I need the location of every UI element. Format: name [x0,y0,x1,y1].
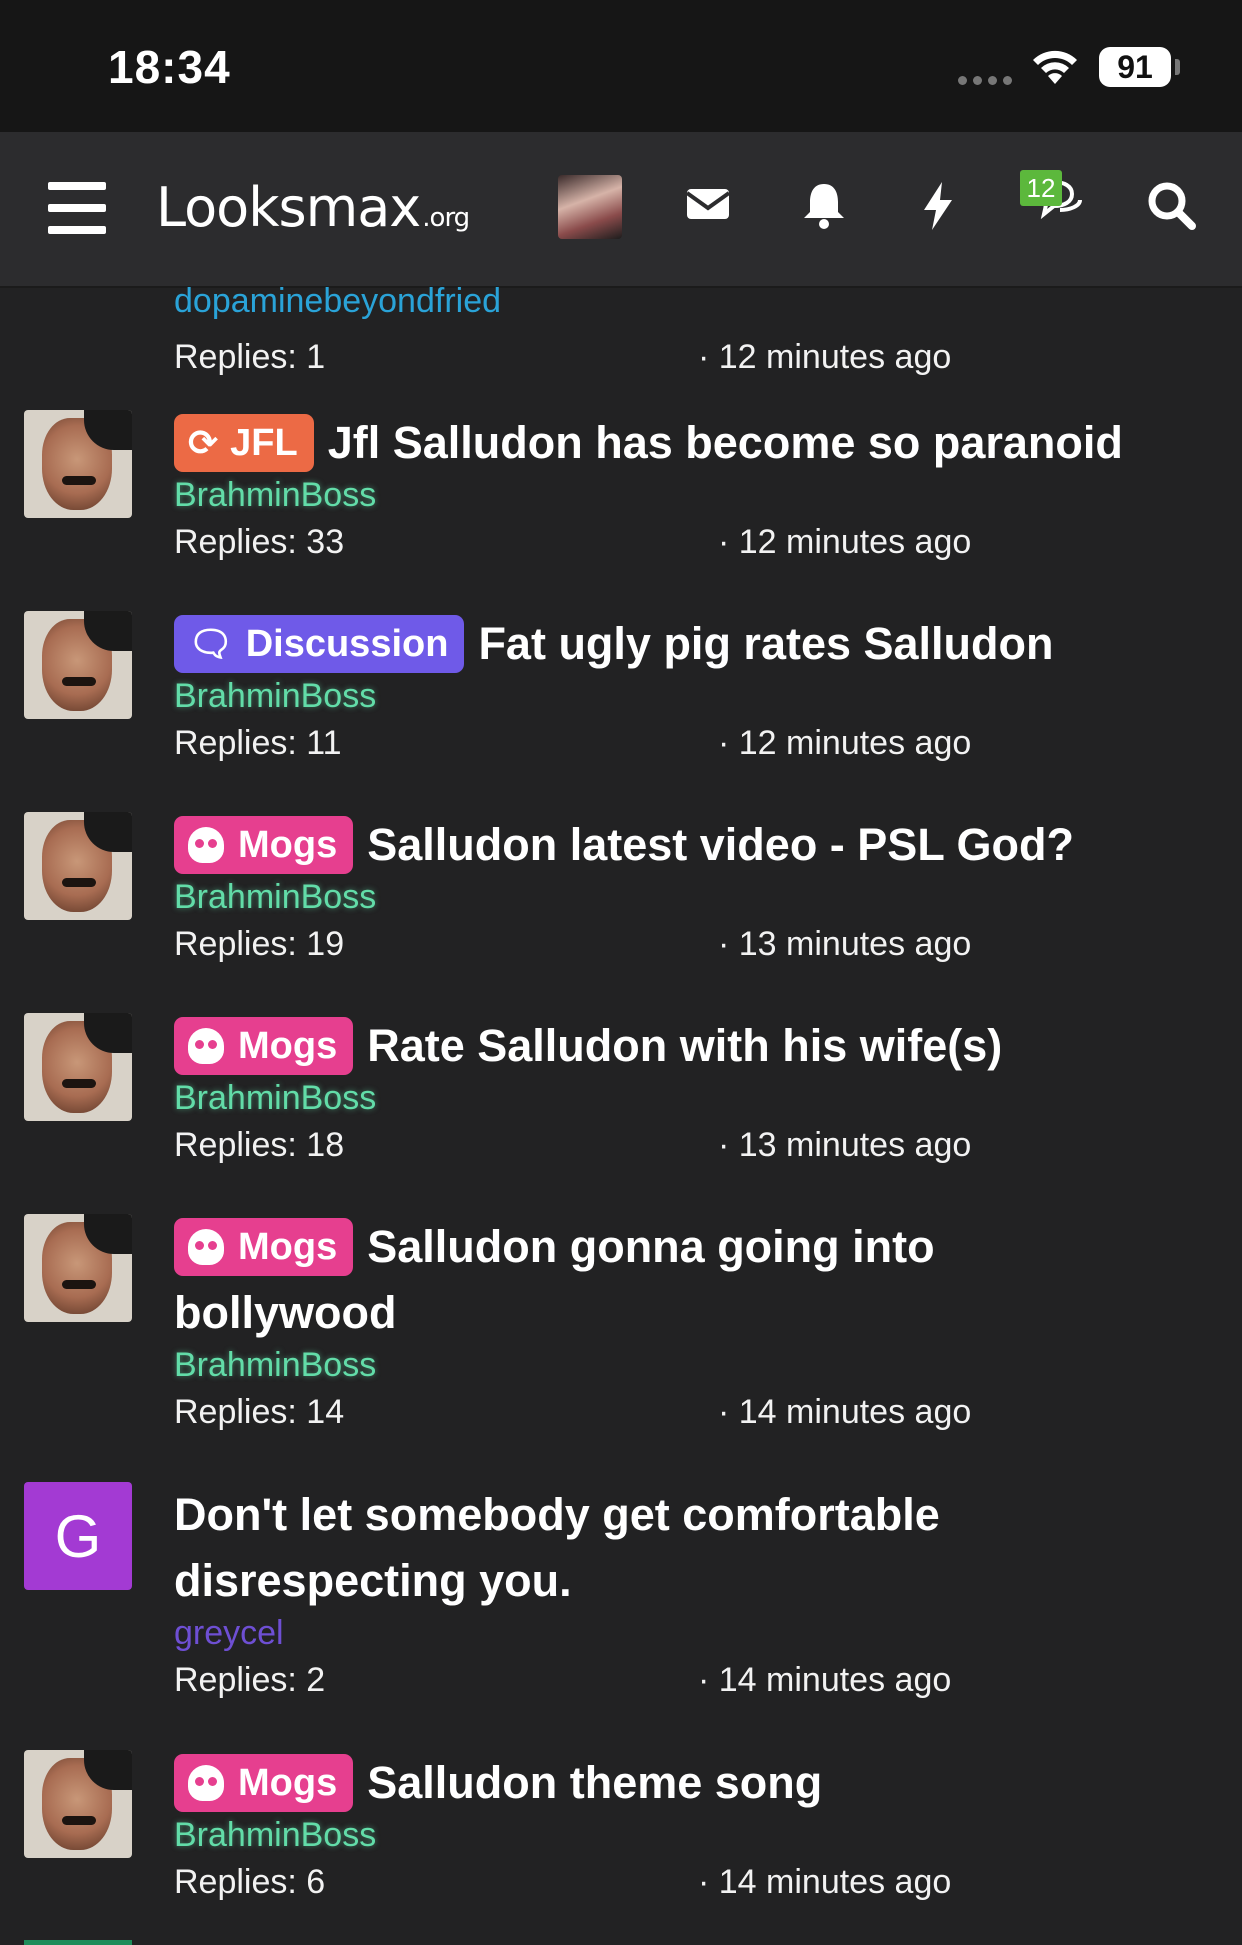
thread-title[interactable]: Salludon latest video - PSL God? [367,819,1074,870]
author-avatar[interactable] [24,611,132,719]
thread-author[interactable]: BrahminBoss [174,476,1214,515]
thread-meta: Replies: 19 · 13 minutes ago [174,917,1214,967]
thread-author[interactable]: BrahminBoss [174,878,1214,917]
top-navbar: Looksmax.org 12 [0,132,1242,288]
prefix-badge[interactable]: Mogs [174,1218,354,1276]
thread-title[interactable]: Don't let somebody get comfortable disre… [174,1482,1034,1614]
thread-time[interactable]: · 12 minutes ago [718,724,971,763]
author-avatar[interactable] [24,1214,132,1322]
thread-title-line[interactable]: Mogs Salludon gonna going into bollywood [174,1214,1014,1346]
thread-title[interactable]: Fat ugly pig rates Salludon [478,618,1053,669]
thread-meta: Replies: 11 · 12 minutes ago [174,716,1214,766]
search-icon[interactable] [1146,180,1196,230]
battery-indicator: 91 [1099,47,1171,87]
thread-author[interactable]: BrahminBoss [174,1816,1214,1855]
thread-meta: Replies: 33 · 12 minutes ago [174,515,1214,565]
status-bar: 18:34 91 [0,0,1242,132]
author-avatar[interactable] [24,1750,132,1858]
prefix-badge[interactable]: Mogs [174,816,354,874]
lightning-icon[interactable] [918,180,958,232]
thread-time[interactable]: · 14 minutes ago [718,1393,971,1432]
thread-title-line[interactable]: Mogs Rate Salludon with his wife(s) [174,1013,1214,1079]
author-avatar[interactable]: G [24,1482,132,1590]
thread-time[interactable]: · 13 minutes ago [718,1126,971,1165]
user-avatar[interactable] [558,175,622,239]
thread-author[interactable]: dopaminebeyondfried [174,284,1214,318]
reply-count: Replies: 14 [174,1393,345,1431]
chat-bubbles-icon: 🗨 [188,623,234,664]
thread-time[interactable]: · 14 minutes ago [698,1863,951,1902]
conversations-badge: 12 [1020,170,1062,206]
author-avatar[interactable] [24,812,132,920]
status-time: 18:34 [108,41,231,93]
thread-meta: Replies: 1 · 12 minutes ago [174,316,1214,376]
thread-title[interactable]: Rate Salludon with his wife(s) [367,1020,1002,1071]
prefix-badge[interactable]: ⟳ JFL [174,414,314,472]
thread-author[interactable]: BrahminBoss [174,677,1214,716]
battery-tip [1175,59,1180,75]
cellular-signal-icon [958,76,1012,85]
reply-count: Replies: 33 [174,523,345,561]
reply-count: Replies: 1 [174,338,326,376]
thread-meta: Replies: 18 · 13 minutes ago [174,1118,1214,1168]
bell-icon[interactable] [800,180,848,230]
thread-title[interactable]: Jfl Salludon has become so paranoid [328,417,1123,468]
reply-count: Replies: 6 [174,1863,326,1901]
wifi-icon [1033,50,1077,84]
skull-icon [188,827,224,863]
thread-title[interactable]: Salludon theme song [367,1757,822,1808]
thread-title-line[interactable]: ⟳ JFL Jfl Salludon has become so paranoid [174,410,1214,476]
reply-count: Replies: 18 [174,1126,345,1164]
logo-suffix-text: .org [422,203,470,233]
envelope-icon[interactable] [684,180,732,228]
thread-meta: Replies: 2 · 14 minutes ago [174,1653,1034,1703]
site-logo[interactable]: Looksmax.org [156,176,470,239]
skull-icon [188,1765,224,1801]
skull-icon [188,1028,224,1064]
thread-time[interactable]: · 12 minutes ago [718,523,971,562]
thread-meta: Replies: 6 · 14 minutes ago [174,1855,1214,1905]
thread-time[interactable]: · 14 minutes ago [698,1661,951,1700]
hamburger-menu-icon[interactable] [48,182,106,234]
reply-count: Replies: 2 [174,1661,326,1699]
thread-author[interactable]: BrahminBoss [174,1079,1214,1118]
thread-author[interactable]: greycel [174,1614,1034,1653]
list-item[interactable]: dopaminebeyondfried Replies: 1 · 12 minu… [174,284,1214,376]
author-avatar[interactable] [24,1013,132,1121]
next-avatar-edge [24,1940,132,1945]
author-avatar[interactable] [24,410,132,518]
reply-count: Replies: 19 [174,925,345,963]
prefix-badge[interactable]: 🗨 Discussion [174,615,465,673]
thread-title-line[interactable]: 🗨 Discussion Fat ugly pig rates Salludon [174,611,1214,677]
thread-author[interactable]: BrahminBoss [174,1346,1014,1385]
thread-time[interactable]: · 12 minutes ago [698,338,951,377]
jfl-icon: ⟳ [188,422,219,463]
thread-meta: Replies: 14 · 14 minutes ago [174,1385,1014,1435]
prefix-badge[interactable]: Mogs [174,1017,354,1075]
skull-icon [188,1229,224,1265]
logo-main-text: Looksmax [156,176,421,239]
prefix-badge[interactable]: Mogs [174,1754,354,1812]
reply-count: Replies: 11 [174,724,342,762]
thread-title-line[interactable]: Mogs Salludon theme song [174,1750,1214,1816]
thread-time[interactable]: · 13 minutes ago [718,925,971,964]
thread-title-line[interactable]: Mogs Salludon latest video - PSL God? [174,812,1214,878]
